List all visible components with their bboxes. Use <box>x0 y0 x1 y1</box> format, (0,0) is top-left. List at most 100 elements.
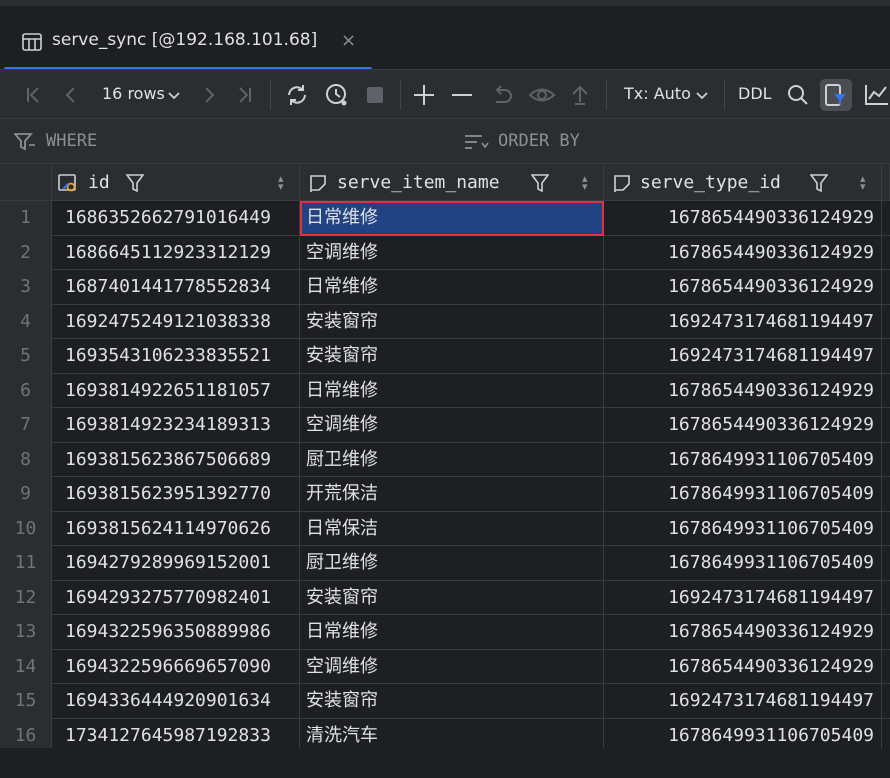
cell-serve-type-id[interactable]: 1678649931106705409 <box>604 442 882 477</box>
sort-arrows-icon[interactable]: ▴ ▾ <box>278 173 284 192</box>
row-number[interactable]: 11 <box>0 546 52 581</box>
view-changes-icon[interactable] <box>528 82 556 108</box>
cell-id[interactable]: 1694322596669657090 <box>52 649 300 684</box>
row-number[interactable]: 12 <box>0 580 52 615</box>
row-number[interactable]: 6 <box>0 373 52 408</box>
cell-id[interactable]: 1693815623951392770 <box>52 477 300 512</box>
sort-arrows-icon[interactable]: ▴ ▾ <box>860 173 866 192</box>
last-page-icon[interactable] <box>234 82 256 108</box>
first-page-icon[interactable] <box>22 82 44 108</box>
cell-serve-type-id[interactable]: 1678649931106705409 <box>604 477 882 512</box>
stop-icon[interactable] <box>364 82 386 108</box>
cell-serve-item-name[interactable]: 安装窗帘 <box>300 684 604 719</box>
order-by-input[interactable]: ORDER BY <box>498 131 580 151</box>
cell-serve-type-id[interactable]: 1692473174681194497 <box>604 304 882 339</box>
cell-serve-type-id[interactable]: 1678654490336124929 <box>604 615 882 650</box>
table-row[interactable]: 4 1692475249121038338 安装窗帘 1692473174681194… <box>0 304 890 339</box>
table-row[interactable]: 15 1694336444920901634 安装窗帘 169247317468119… <box>0 684 890 719</box>
table-row[interactable]: 9 1693815623951392770 开荒保洁 1678649931106705… <box>0 477 890 512</box>
cell-serve-type-id[interactable]: 1692473174681194497 <box>604 684 882 719</box>
cell-id[interactable]: 1686352662791016449 <box>52 201 300 236</box>
table-row[interactable]: 7 1693814923234189313 空调维修 1678654490336124… <box>0 408 890 443</box>
submit-arrow-up-icon[interactable] <box>568 82 592 108</box>
cell-id[interactable]: 1693815624114970626 <box>52 511 300 546</box>
row-number[interactable]: 7 <box>0 408 52 443</box>
ddl-button[interactable]: DDL <box>738 84 772 103</box>
column-filter-icon[interactable] <box>531 173 549 193</box>
tab-serve-sync[interactable]: serve_sync [@192.168.101.68] × <box>0 12 372 69</box>
filter-toggle-icon[interactable] <box>824 82 848 108</box>
cell-serve-item-name[interactable]: 日常保洁 <box>300 511 604 546</box>
transaction-mode-dropdown[interactable]: Tx: Auto <box>624 84 691 103</box>
delete-row-icon[interactable] <box>450 82 474 108</box>
cell-serve-item-name[interactable]: 安装窗帘 <box>300 339 604 374</box>
chart-icon[interactable] <box>864 82 890 108</box>
table-row[interactable]: 8 1693815623867506689 厨卫维修 1678649931106705… <box>0 442 890 477</box>
cell-id[interactable]: 1694279289969152001 <box>52 546 300 581</box>
cell-serve-item-name[interactable]: 日常维修 <box>300 615 604 650</box>
rows-count-dropdown[interactable]: 16 rows <box>102 84 165 103</box>
cell-serve-type-id[interactable]: 1678654490336124929 <box>604 201 882 236</box>
table-row[interactable]: 13 1694322596350889986 日常维修 167865449033612… <box>0 615 890 650</box>
row-number[interactable]: 2 <box>0 235 52 270</box>
previous-page-icon[interactable] <box>60 82 82 108</box>
chevron-down-icon[interactable] <box>166 82 182 108</box>
table-row[interactable]: 3 1687401441778552834 日常维修 1678654490336124… <box>0 270 890 305</box>
cell-id[interactable]: 1686645112923312129 <box>52 235 300 270</box>
table-row[interactable]: 1 1686352662791016449 日常维修 1678654490336124… <box>0 201 890 236</box>
column-header-serve-type-id[interactable]: serve_type_id ▴ ▾ <box>604 164 882 201</box>
cell-serve-type-id[interactable]: 1678649931106705409 <box>604 511 882 546</box>
revert-icon[interactable] <box>490 82 514 108</box>
cell-id[interactable]: 1693814923234189313 <box>52 408 300 443</box>
table-row[interactable]: 12 1694293275770982401 安装窗帘 169247317468119… <box>0 580 890 615</box>
cell-id[interactable]: 1694322596350889986 <box>52 615 300 650</box>
cell-id[interactable]: 1693815623867506689 <box>52 442 300 477</box>
cell-id[interactable]: 1694336444920901634 <box>52 684 300 719</box>
refresh-icon[interactable] <box>284 82 310 108</box>
table-row[interactable]: 6 1693814922651181057 日常维修 1678654490336124… <box>0 373 890 408</box>
table-row[interactable]: 11 1694279289969152001 厨卫维修 167864993110670… <box>0 546 890 581</box>
cell-serve-item-name[interactable]: 开荒保洁 <box>300 477 604 512</box>
cell-serve-item-name[interactable]: 安装窗帘 <box>300 304 604 339</box>
next-page-icon[interactable] <box>198 82 220 108</box>
close-icon[interactable]: × <box>341 30 356 51</box>
cell-serve-item-name[interactable]: 厨卫维修 <box>300 546 604 581</box>
cell-serve-item-name[interactable]: 空调维修 <box>300 649 604 684</box>
row-number-header[interactable] <box>0 164 52 201</box>
sort-arrows-icon[interactable]: ▴ ▾ <box>582 173 588 192</box>
cell-id[interactable]: 1694293275770982401 <box>52 580 300 615</box>
row-number[interactable]: 4 <box>0 304 52 339</box>
chevron-down-icon[interactable] <box>694 82 710 108</box>
cell-serve-type-id[interactable]: 1678654490336124929 <box>604 649 882 684</box>
cell-serve-item-name[interactable]: 日常维修 <box>300 373 604 408</box>
cell-serve-type-id[interactable]: 1678654490336124929 <box>604 373 882 408</box>
cell-serve-item-name[interactable]: 空调维修 <box>300 235 604 270</box>
add-row-icon[interactable] <box>412 82 436 108</box>
cell-id[interactable]: 1687401441778552834 <box>52 270 300 305</box>
column-header-id[interactable]: id ▴ ▾ <box>52 164 300 201</box>
cell-serve-type-id[interactable]: 1678654490336124929 <box>604 270 882 305</box>
cell-id[interactable]: 1693543106233835521 <box>52 339 300 374</box>
history-clock-icon[interactable] <box>324 82 350 108</box>
row-number[interactable]: 13 <box>0 615 52 650</box>
row-number[interactable]: 14 <box>0 649 52 684</box>
cell-serve-item-name[interactable]: 日常维修 <box>300 201 604 236</box>
row-number[interactable]: 9 <box>0 477 52 512</box>
cell-serve-type-id[interactable]: 1692473174681194497 <box>604 339 882 374</box>
cell-serve-type-id[interactable]: 1692473174681194497 <box>604 580 882 615</box>
cell-id[interactable]: 1692475249121038338 <box>52 304 300 339</box>
column-filter-icon[interactable] <box>126 173 144 193</box>
cell-serve-type-id[interactable]: 1678654490336124929 <box>604 235 882 270</box>
cell-serve-type-id[interactable]: 1678649931106705409 <box>604 546 882 581</box>
search-icon[interactable] <box>786 82 810 108</box>
cell-id[interactable]: 1693814922651181057 <box>52 373 300 408</box>
table-row[interactable]: 5 1693543106233835521 安装窗帘 1692473174681194… <box>0 339 890 374</box>
table-row[interactable]: 10 1693815624114970626 日常保洁 167864993110670… <box>0 511 890 546</box>
column-filter-icon[interactable] <box>810 173 828 193</box>
cell-serve-item-name[interactable]: 空调维修 <box>300 408 604 443</box>
row-number[interactable]: 3 <box>0 270 52 305</box>
cell-serve-item-name[interactable]: 安装窗帘 <box>300 580 604 615</box>
row-number[interactable]: 15 <box>0 684 52 719</box>
column-header-serve-item-name[interactable]: serve_item_name ▴ ▾ <box>300 164 604 201</box>
cell-serve-type-id[interactable]: 1678654490336124929 <box>604 408 882 443</box>
